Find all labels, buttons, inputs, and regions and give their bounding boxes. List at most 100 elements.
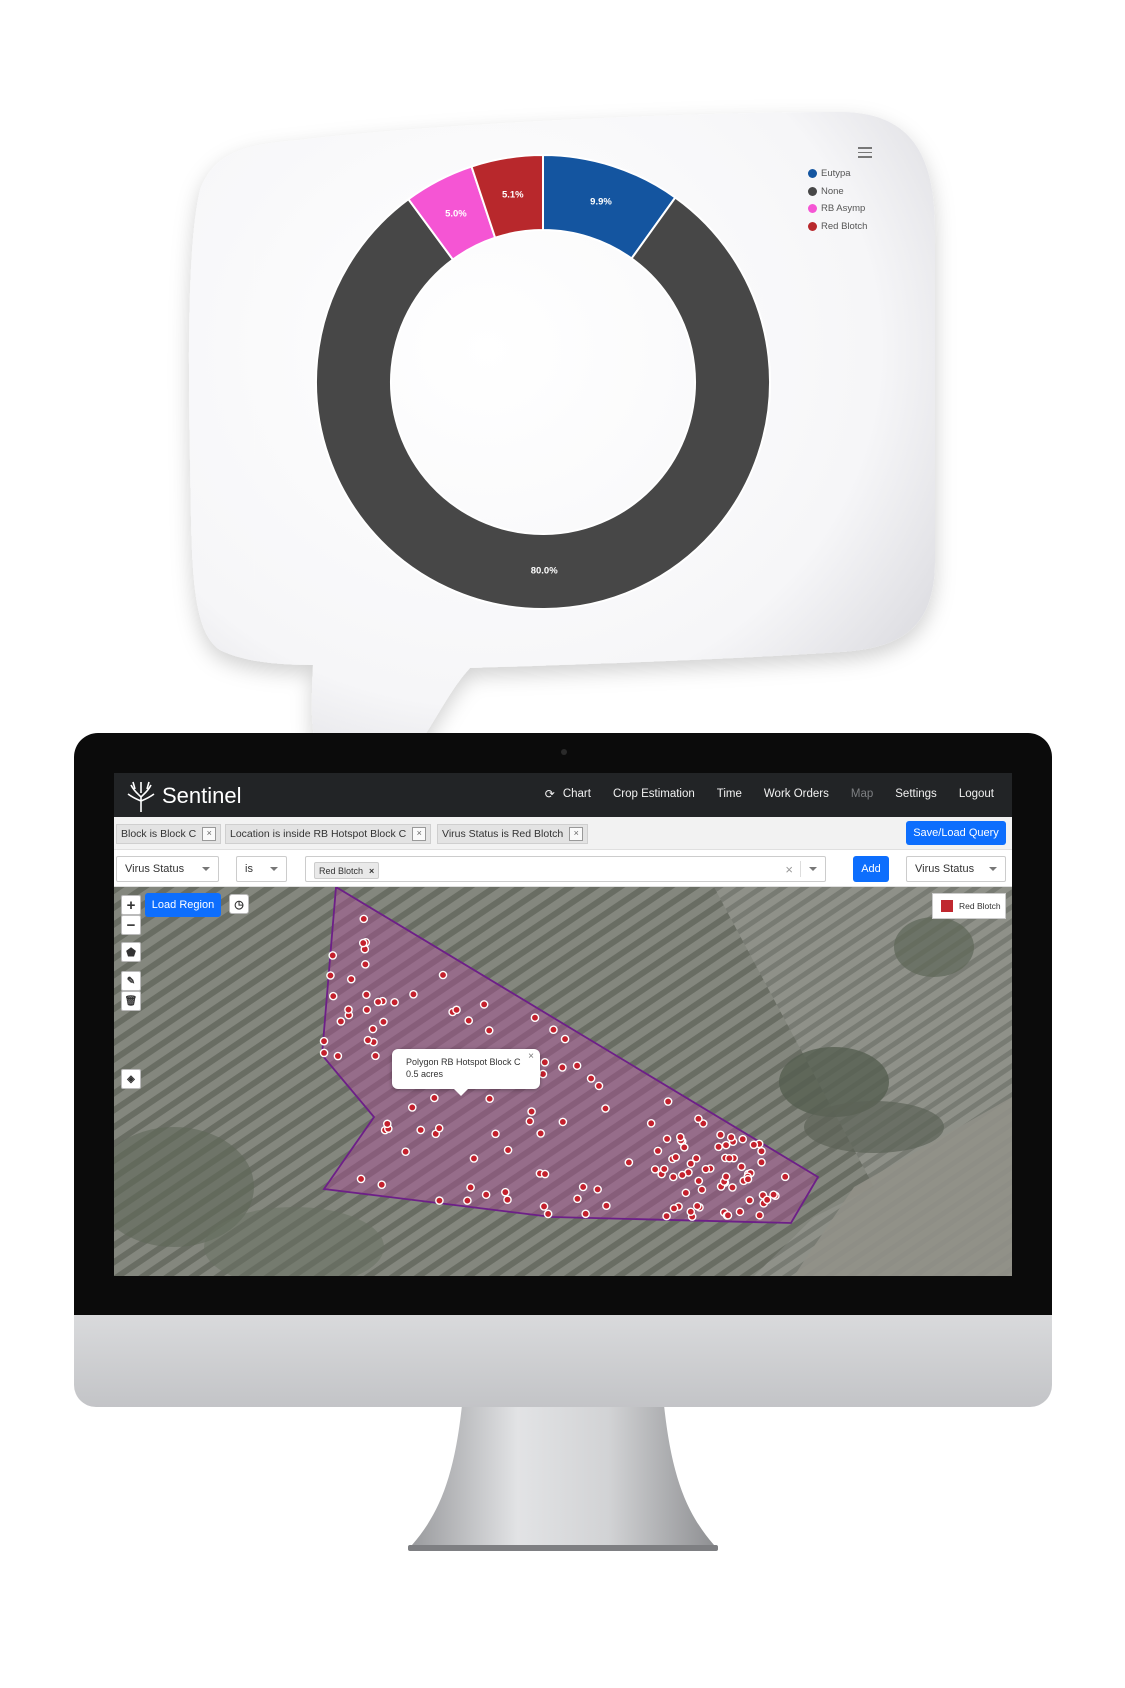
red-blotch-marker[interactable] — [328, 991, 338, 1001]
red-blotch-marker[interactable] — [368, 1024, 378, 1034]
red-blotch-marker[interactable] — [593, 1185, 602, 1194]
red-blotch-marker[interactable] — [430, 1093, 439, 1103]
red-blotch-marker[interactable] — [716, 1130, 725, 1140]
red-blotch-marker[interactable] — [692, 1201, 702, 1211]
red-blotch-marker[interactable] — [540, 1169, 550, 1179]
red-blotch-marker[interactable] — [755, 1210, 764, 1220]
red-blotch-marker[interactable] — [681, 1188, 691, 1198]
red-blotch-marker[interactable] — [586, 1074, 596, 1083]
nav-time[interactable]: Time — [717, 788, 742, 800]
popup-close-icon[interactable]: × — [528, 1051, 534, 1063]
red-blotch-marker[interactable] — [680, 1143, 689, 1152]
red-blotch-marker[interactable] — [435, 1196, 444, 1205]
red-blotch-marker[interactable] — [671, 1152, 681, 1162]
red-blotch-marker[interactable] — [536, 1129, 545, 1138]
red-blotch-marker[interactable] — [390, 998, 399, 1007]
red-blotch-marker[interactable] — [485, 1094, 494, 1104]
red-blotch-marker[interactable] — [762, 1195, 772, 1205]
save-load-query-button[interactable]: Save/Load Query — [906, 821, 1006, 845]
red-blotch-marker[interactable] — [686, 1159, 696, 1168]
red-blotch-marker[interactable] — [401, 1147, 410, 1157]
red-blotch-marker[interactable] — [662, 1134, 672, 1144]
nav-settings[interactable]: Settings — [895, 788, 937, 800]
nav-map[interactable]: Map — [851, 788, 873, 800]
nav-crop-estimation[interactable]: Crop Estimation — [613, 788, 695, 800]
red-blotch-marker[interactable] — [735, 1207, 745, 1217]
clear-icon[interactable]: × — [785, 862, 793, 877]
red-blotch-marker[interactable] — [379, 1017, 388, 1027]
red-blotch-marker[interactable] — [452, 1005, 461, 1015]
red-blotch-marker[interactable] — [463, 1196, 472, 1205]
red-blotch-marker[interactable] — [757, 1146, 766, 1156]
red-blotch-marker[interactable] — [697, 1185, 707, 1195]
red-blotch-marker[interactable] — [694, 1176, 704, 1186]
red-blotch-marker[interactable] — [328, 951, 338, 960]
red-blotch-marker[interactable] — [377, 1180, 387, 1189]
remove-filter-icon[interactable]: × — [202, 827, 217, 841]
red-blotch-marker[interactable] — [662, 1211, 671, 1221]
refresh-icon[interactable]: ⟳ — [545, 787, 555, 801]
group-by-select[interactable]: Virus Status — [906, 856, 1006, 882]
red-blotch-marker[interactable] — [723, 1211, 733, 1220]
red-blotch-marker[interactable] — [356, 1174, 366, 1184]
red-blotch-marker[interactable] — [676, 1132, 685, 1142]
red-blotch-marker[interactable] — [745, 1196, 754, 1205]
red-blotch-marker[interactable] — [650, 1165, 660, 1174]
trash-icon[interactable]: 🗑 — [121, 991, 141, 1011]
add-button[interactable]: Add — [853, 856, 889, 882]
edit-layer-icon[interactable]: ✎ — [121, 971, 141, 991]
red-blotch-marker[interactable] — [728, 1183, 737, 1192]
red-blotch-marker[interactable] — [578, 1182, 588, 1192]
red-blotch-marker[interactable] — [669, 1172, 678, 1182]
red-blotch-marker[interactable] — [527, 1107, 536, 1116]
brand-name[interactable]: Sentinel — [162, 783, 242, 809]
red-blotch-marker[interactable] — [382, 1119, 392, 1129]
remove-filter-icon[interactable]: × — [569, 827, 584, 841]
draw-polygon-icon[interactable]: ⬟ — [121, 942, 141, 962]
red-blotch-marker[interactable] — [503, 1145, 513, 1155]
red-blotch-marker[interactable] — [701, 1164, 711, 1174]
nav-logout[interactable]: Logout — [959, 788, 994, 800]
red-blotch-marker[interactable] — [344, 1005, 353, 1014]
nav-chart[interactable]: Chart — [563, 788, 591, 800]
red-blotch-marker[interactable] — [336, 1017, 346, 1026]
red-blotch-marker[interactable] — [481, 1190, 491, 1199]
red-blotch-marker[interactable] — [725, 1153, 734, 1163]
zoom-in-button[interactable]: + — [121, 895, 141, 915]
red-blotch-marker[interactable] — [333, 1051, 343, 1061]
red-blotch-marker[interactable] — [359, 914, 369, 924]
red-blotch-marker[interactable] — [326, 971, 335, 980]
red-blotch-marker[interactable] — [469, 1154, 479, 1163]
layers-icon[interactable]: ◈ — [121, 1069, 141, 1089]
red-blotch-marker[interactable] — [558, 1063, 567, 1072]
red-blotch-marker[interactable] — [686, 1207, 696, 1217]
red-blotch-marker[interactable] — [694, 1114, 703, 1124]
red-blotch-marker[interactable] — [677, 1170, 687, 1180]
remove-filter-icon[interactable]: × — [412, 827, 427, 841]
red-blotch-marker[interactable] — [479, 1000, 489, 1009]
red-blotch-marker[interactable] — [581, 1209, 590, 1219]
red-blotch-marker[interactable] — [373, 997, 383, 1007]
red-blotch-marker[interactable] — [484, 1026, 494, 1035]
red-blotch-marker[interactable] — [438, 970, 448, 980]
load-region-button[interactable]: Load Region — [145, 893, 221, 917]
red-blotch-marker[interactable] — [749, 1140, 759, 1150]
red-blotch-marker[interactable] — [501, 1187, 510, 1197]
red-blotch-marker[interactable] — [362, 1005, 372, 1015]
red-blotch-marker[interactable] — [416, 1125, 425, 1135]
red-blotch-marker[interactable] — [407, 1103, 417, 1112]
red-blotch-marker[interactable] — [560, 1034, 570, 1044]
red-blotch-marker[interactable] — [780, 1172, 790, 1182]
zoom-out-button[interactable]: − — [121, 915, 141, 935]
red-blotch-marker[interactable] — [434, 1123, 444, 1133]
red-blotch-marker[interactable] — [361, 960, 370, 969]
red-blotch-marker[interactable] — [409, 989, 418, 999]
red-blotch-marker[interactable] — [319, 1036, 329, 1046]
red-blotch-marker[interactable] — [543, 1209, 553, 1219]
red-blotch-marker[interactable] — [663, 1097, 673, 1106]
red-blotch-marker[interactable] — [769, 1190, 778, 1199]
red-blotch-marker[interactable] — [743, 1174, 753, 1184]
red-blotch-marker[interactable] — [726, 1133, 736, 1142]
red-blotch-marker[interactable] — [602, 1201, 611, 1211]
red-blotch-marker[interactable] — [491, 1129, 500, 1139]
